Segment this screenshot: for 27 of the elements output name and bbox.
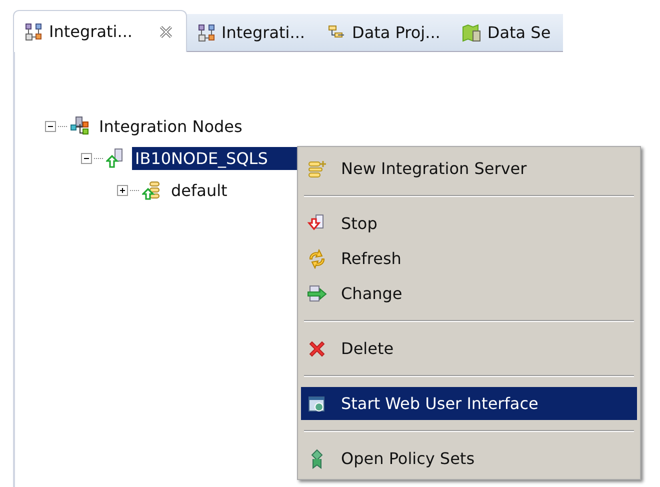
- tab[interactable]: Integrati...: [186, 14, 317, 52]
- tree-item[interactable]: IB10NODE_SQLS: [132, 146, 298, 170]
- flow-icon: [24, 22, 44, 42]
- collapse-icon[interactable]: [81, 152, 92, 164]
- collapse-icon[interactable]: [45, 120, 56, 132]
- menu-item[interactable]: Change: [301, 277, 637, 310]
- tree-item[interactable]: default: [168, 178, 230, 202]
- tab[interactable]: Integrati...: [13, 10, 186, 52]
- expand-icon[interactable]: [117, 184, 128, 196]
- menu-item[interactable]: Open Policy Sets: [301, 442, 637, 475]
- nodes-icon: [70, 116, 90, 136]
- menu-item[interactable]: New Integration Server: [301, 152, 637, 185]
- delete-icon: [307, 338, 327, 358]
- flow-icon: [196, 22, 216, 42]
- menu-item[interactable]: Delete: [301, 332, 637, 365]
- web-icon: [307, 394, 327, 414]
- server-group-icon: [142, 180, 162, 200]
- menu-item[interactable]: Start Web User Interface: [301, 387, 637, 420]
- tree-item[interactable]: Integration Nodes: [96, 114, 246, 138]
- change-icon: [307, 284, 327, 304]
- new-server-icon: [307, 158, 327, 178]
- tab[interactable]: Data Proj...: [317, 14, 452, 52]
- menu-item[interactable]: Stop: [301, 207, 637, 240]
- tab[interactable]: Data Se: [452, 14, 563, 52]
- menu-item[interactable]: Refresh: [301, 242, 637, 275]
- map-icon: [462, 22, 482, 42]
- refresh-icon: [307, 248, 327, 268]
